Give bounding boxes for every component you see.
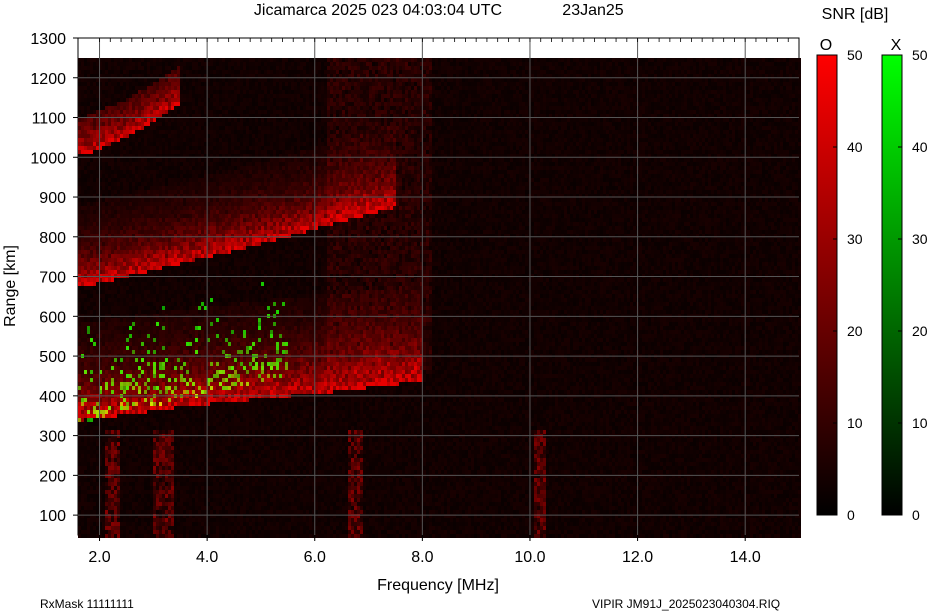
y-tick-label: 500 [39, 349, 66, 366]
colorbar-title: SNR [dB] [822, 6, 889, 23]
x-tick-label: 6.0 [304, 549, 326, 566]
colorbar-tick-label: 0 [912, 507, 920, 523]
colorbar-tick-label: 50 [847, 47, 863, 63]
y-axis-label: Range [km] [2, 245, 19, 327]
y-tick-label: 1200 [30, 71, 66, 88]
colorbar-tick-label: 40 [847, 139, 863, 155]
colorbar-x-label: X [891, 37, 902, 54]
colorbar-tick-label: 20 [847, 323, 863, 339]
x-tick-label: 14.0 [730, 549, 761, 566]
x-axis-label: Frequency [MHz] [377, 577, 499, 594]
colorbar-tick-label: 10 [912, 415, 928, 431]
colorbar-o [817, 55, 837, 515]
x-tick-label: 12.0 [622, 549, 653, 566]
y-tick-label: 300 [39, 429, 66, 446]
colorbar-tick-label: 50 [912, 47, 928, 63]
colorbar-tick-label: 30 [912, 231, 928, 247]
x-tick-label: 10.0 [514, 549, 545, 566]
colorbar-x [882, 55, 902, 515]
x-tick-label: 8.0 [411, 549, 433, 566]
file-label: VIPIR JM91J_2025023040304.RIQ [592, 597, 780, 611]
y-tick-label: 900 [39, 190, 66, 207]
y-tick-label: 800 [39, 230, 66, 247]
y-tick-label: 100 [39, 508, 66, 525]
y-tick-label: 700 [39, 270, 66, 287]
y-axis: 100 200 300 400 500 600 700 800 900 1000 1100 1200 1… [30, 31, 78, 525]
rxmask-label: RxMask 11111111 [40, 597, 134, 611]
y-tick-label: 400 [39, 389, 66, 406]
y-tick-label: 1300 [30, 31, 66, 48]
ionogram-chart: Jicamarca 2025 023 04:03:04 UTC 23Jan25 … [0, 0, 932, 614]
colorbar-tick-label: 10 [847, 415, 863, 431]
chart-title: Jicamarca 2025 023 04:03:04 UTC [254, 2, 502, 19]
y-tick-label: 200 [39, 468, 66, 485]
colorbar-ticks: 0 10 20 30 40 50 0 10 20 30 40 50 [833, 47, 928, 523]
x-tick-label: 4.0 [196, 549, 218, 566]
chart-date: 23Jan25 [562, 2, 623, 19]
colorbar-tick-label: 40 [912, 139, 928, 155]
colorbar-tick-label: 0 [847, 507, 855, 523]
colorbar-tick-label: 30 [847, 231, 863, 247]
x-tick-label: 2.0 [88, 549, 110, 566]
y-tick-label: 1100 [32, 111, 67, 128]
colorbar-tick-label: 20 [912, 323, 928, 339]
y-tick-label: 600 [39, 309, 66, 326]
y-tick-label: 1000 [30, 150, 66, 167]
heatmap-cells [78, 58, 801, 538]
colorbar-o-label: O [820, 37, 832, 54]
